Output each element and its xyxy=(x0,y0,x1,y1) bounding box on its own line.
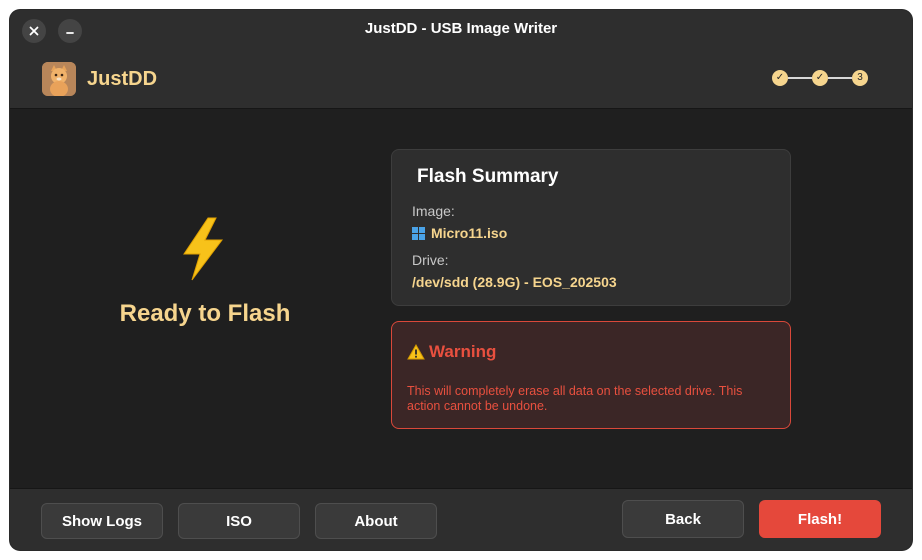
warning-icon xyxy=(407,344,425,360)
header-bar: JustDD ✓ ✓ 3 xyxy=(10,48,912,109)
image-label: Image: xyxy=(412,203,455,219)
image-value: Micro11.iso xyxy=(431,225,508,241)
titlebar: JustDD - USB Image Writer xyxy=(10,10,912,48)
step-connector xyxy=(828,77,852,79)
lightning-bolt-icon xyxy=(172,216,234,282)
iso-button[interactable]: ISO xyxy=(178,503,300,539)
drive-value: /dev/sdd (28.9G) - EOS_202503 xyxy=(412,274,617,290)
warning-heading: Warning xyxy=(407,342,496,362)
app-window: JustDD - USB Image Writer JustDD ✓ ✓ 3 R… xyxy=(10,10,912,550)
summary-title: Flash Summary xyxy=(417,166,559,187)
show-logs-button[interactable]: Show Logs xyxy=(41,503,163,539)
drive-label: Drive: xyxy=(412,252,449,268)
image-value-row: Micro11.iso xyxy=(412,225,507,241)
step-connector xyxy=(788,77,812,79)
step-indicator: ✓ ✓ 3 xyxy=(772,70,872,86)
ready-status-text: Ready to Flash xyxy=(119,300,291,327)
flash-button[interactable]: Flash! xyxy=(759,500,881,538)
app-name: JustDD xyxy=(87,68,158,90)
warning-card: Warning This will completely erase all d… xyxy=(391,321,791,429)
step-2-done: ✓ xyxy=(812,70,828,86)
window-title: JustDD - USB Image Writer xyxy=(364,20,558,37)
cat-logo-icon xyxy=(42,62,76,96)
step-3-current: 3 xyxy=(852,70,868,86)
warning-message: This will completely erase all data on t… xyxy=(407,384,743,413)
step-1-done: ✓ xyxy=(772,70,788,86)
about-button[interactable]: About xyxy=(315,503,437,539)
flash-summary-card: Flash Summary Image: Micro11.iso Drive: … xyxy=(391,149,791,306)
windows-icon xyxy=(412,227,425,240)
warning-title: Warning xyxy=(429,342,497,361)
footer-bar: Show Logs ISO About Back Flash! xyxy=(10,488,912,550)
back-button[interactable]: Back xyxy=(622,500,744,538)
